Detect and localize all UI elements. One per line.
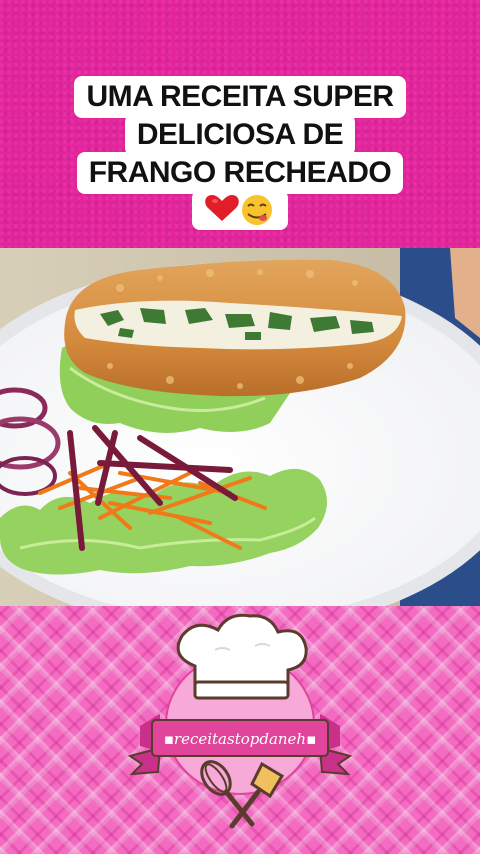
title-section: UMA RECEITA SUPER DELICIOSA DE FRANGO RE… <box>0 0 480 248</box>
food-photo <box>0 248 480 606</box>
logo-section: ▪receitastopdaneh▪ <box>0 606 480 854</box>
title-block: UMA RECEITA SUPER DELICIOSA DE FRANGO RE… <box>0 76 480 235</box>
stuffed-chicken-illustration <box>0 248 480 606</box>
title-line-3: FRANGO RECHEADO <box>76 152 404 194</box>
logo-text: ▪receitastopdaneh▪ <box>164 730 317 748</box>
title-line-2: DELICIOSA DE <box>124 114 356 156</box>
chef-hat-icon <box>176 613 308 700</box>
receitastopdaneh-logo: ▪receitastopdaneh▪ <box>127 613 353 829</box>
heart-yum-emoji-icon <box>205 195 272 225</box>
title-line-1: UMA RECEITA SUPER <box>74 76 406 118</box>
emoji-box <box>192 190 288 230</box>
